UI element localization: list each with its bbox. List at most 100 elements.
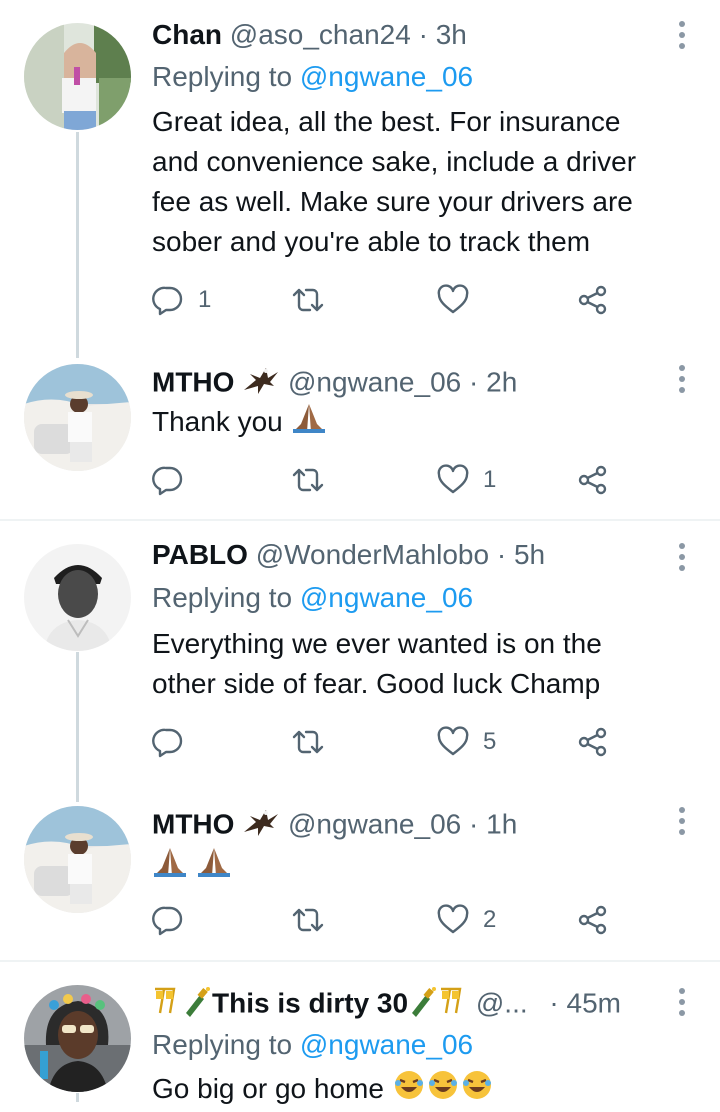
retweet-button[interactable] [292, 460, 338, 500]
eagle-emoji-icon [242, 364, 280, 404]
retweet-icon [292, 468, 324, 492]
rolling-laughing-emoji-icon [460, 1069, 494, 1112]
timestamp[interactable]: 3h [436, 19, 467, 50]
display-name[interactable]: PABLO [152, 539, 248, 570]
reply-icon [152, 466, 183, 496]
tweet-text-content: Go big or go home [152, 1073, 384, 1104]
retweet-button[interactable] [292, 900, 338, 940]
tweet-header: This is dirty 30 @... · 45m [152, 985, 680, 1025]
reply-button[interactable] [152, 900, 198, 940]
thread-line [76, 132, 79, 358]
action-bar: 1 [152, 280, 622, 320]
reply-button[interactable]: 1 [152, 280, 211, 320]
thread-line [76, 652, 79, 802]
timestamp[interactable]: 2h [486, 366, 517, 397]
display-name[interactable]: MTHO [152, 808, 234, 839]
tweet-chan[interactable]: Chan @aso_chan24 · 3h Replying to @ngwan… [0, 0, 720, 360]
user-handle[interactable]: @... [476, 987, 528, 1018]
reply-count: 1 [198, 286, 212, 313]
replying-to: Replying to @ngwane_06 [152, 60, 473, 94]
avatar-photo [24, 364, 131, 471]
avatar[interactable] [24, 544, 131, 651]
more-options-icon[interactable] [678, 20, 686, 50]
tweet-header: PABLO @WonderMahlobo · 5h [152, 538, 670, 572]
like-button[interactable]: 2 [437, 900, 496, 940]
share-icon [578, 727, 607, 757]
more-options-icon[interactable] [678, 542, 686, 572]
user-handle[interactable]: @ngwane_06 [288, 366, 461, 397]
folded-hands-emoji-icon [196, 846, 232, 889]
mention-link[interactable]: @ngwane_06 [300, 582, 473, 613]
avatar-photo [24, 23, 131, 130]
heart-icon [437, 904, 469, 934]
display-name[interactable]: Chan [152, 19, 222, 50]
share-icon [578, 285, 607, 315]
replying-to: Replying to @ngwane_06 [152, 581, 473, 615]
like-button[interactable]: 5 [437, 722, 496, 762]
like-count: 2 [483, 906, 497, 933]
tweet-header: MTHO @ngwane_06 · 2h [152, 364, 670, 404]
thread-line [76, 1093, 79, 1102]
separator-dot: · [418, 19, 428, 50]
action-bar: 5 [152, 722, 622, 762]
share-button[interactable] [577, 900, 609, 940]
avatar-photo [24, 985, 131, 1092]
reply-icon [152, 286, 183, 316]
separator-dot: · [549, 987, 559, 1019]
tweet-dirty-30[interactable]: This is dirty 30 @... · 45m Replying to … [0, 963, 720, 1104]
folded-hands-emoji-icon [152, 846, 188, 889]
action-bar: 2 [152, 900, 622, 940]
tweet-mtho-reply[interactable]: MTHO @ngwane_06 · 2h Thank you 1 [0, 360, 720, 520]
like-button[interactable] [437, 280, 483, 320]
tweet-text-line: other side of fear. Good luck Champ [152, 668, 601, 699]
folded-hands-emoji-icon [291, 402, 327, 445]
replying-to-label: Replying to [152, 61, 293, 92]
retweet-icon [292, 908, 324, 932]
champagne-bottle-emoji-icon [408, 985, 438, 1025]
user-handle[interactable]: @ngwane_06 [288, 808, 461, 839]
display-name[interactable]: MTHO [152, 366, 234, 397]
timestamp[interactable]: 1h [486, 808, 517, 839]
more-options-icon[interactable] [678, 806, 686, 836]
share-button[interactable] [577, 460, 609, 500]
tweet-text-content: Thank you [152, 406, 283, 437]
clinking-glasses-emoji-icon [152, 985, 182, 1025]
avatar-photo [24, 544, 131, 651]
user-handle[interactable]: @aso_chan24 [230, 19, 411, 50]
like-button[interactable]: 1 [437, 460, 496, 500]
share-button[interactable] [577, 280, 609, 320]
reply-button[interactable] [152, 722, 198, 762]
heart-icon [437, 284, 469, 314]
avatar[interactable] [24, 364, 131, 471]
tweet-pablo[interactable]: PABLO @WonderMahlobo · 5h Replying to @n… [0, 522, 720, 802]
timestamp[interactable]: 45m [567, 987, 621, 1018]
tweet-text: Great idea, all the best. For insurance … [152, 102, 690, 262]
tweet-text [152, 846, 690, 889]
heart-icon [437, 726, 469, 756]
reply-button[interactable] [152, 460, 198, 500]
tweet-text-line: sober and you're able to track them [152, 226, 591, 257]
more-options-icon[interactable] [678, 987, 686, 1017]
avatar[interactable] [24, 23, 131, 130]
champagne-bottle-emoji-icon [182, 985, 212, 1025]
tweet-divider [0, 960, 720, 962]
tweet-mtho-reply-2[interactable]: MTHO @ngwane_06 · 1h 2 [0, 802, 720, 960]
share-icon [578, 465, 607, 495]
tweet-text: Thank you [152, 402, 690, 445]
share-button[interactable] [577, 722, 609, 762]
avatar[interactable] [24, 985, 131, 1092]
avatar-photo [24, 806, 131, 913]
tweet-header: Chan @aso_chan24 · 3h [152, 18, 670, 52]
mention-link[interactable]: @ngwane_06 [300, 1029, 473, 1060]
retweet-button[interactable] [292, 280, 338, 320]
display-name[interactable]: This is dirty 30 [212, 987, 408, 1018]
timestamp[interactable]: 5h [514, 539, 545, 570]
heart-icon [437, 464, 469, 494]
tweet-text-line: fee as well. Make sure your drivers are [152, 186, 633, 217]
avatar[interactable] [24, 806, 131, 913]
retweet-button[interactable] [292, 722, 338, 762]
eagle-emoji-icon [242, 806, 280, 846]
mention-link[interactable]: @ngwane_06 [300, 61, 473, 92]
user-handle[interactable]: @WonderMahlobo [256, 539, 489, 570]
more-options-icon[interactable] [678, 364, 686, 394]
